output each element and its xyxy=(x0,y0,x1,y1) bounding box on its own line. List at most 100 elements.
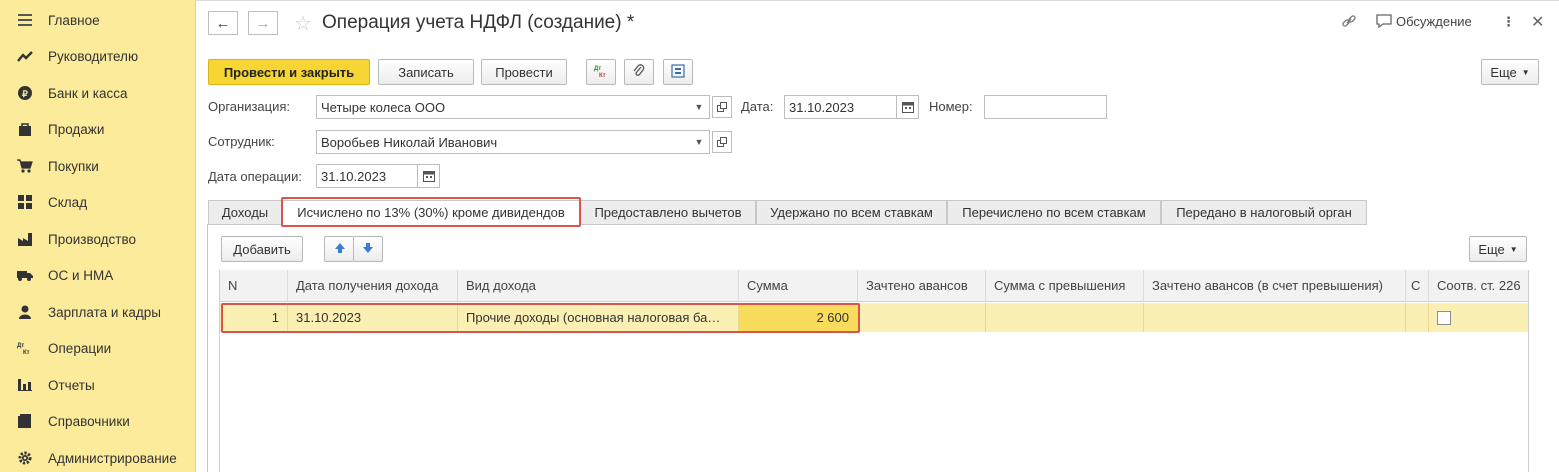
cell-income-kind[interactable]: Прочие доходы (основная налоговая ба… xyxy=(458,303,739,332)
cell-art226[interactable] xyxy=(1429,303,1528,332)
tab-calculated-13[interactable]: Исчислено по 13% (30%) кроме дивидендов xyxy=(282,200,580,225)
sidebar-item-reports[interactable]: Отчеты xyxy=(0,367,196,403)
kebab-menu-icon[interactable]: ⋮ xyxy=(1502,14,1515,30)
number-label: Номер: xyxy=(929,99,973,114)
discussion-label: Обсуждение xyxy=(1396,14,1472,29)
sidebar-item-label: Зарплата и кадры xyxy=(48,304,161,320)
discussion-button[interactable]: Обсуждение xyxy=(1376,14,1472,31)
dt-kt-icon: Дт Кт xyxy=(17,340,33,356)
top-divider xyxy=(196,0,1559,1)
bag-icon xyxy=(17,121,33,137)
favorite-star-icon[interactable]: ☆ xyxy=(294,11,312,36)
cell-excess-sum[interactable] xyxy=(986,303,1144,332)
open-employee-button[interactable] xyxy=(712,131,732,153)
attach-button[interactable] xyxy=(624,59,654,85)
hierarchy-icon xyxy=(671,63,685,81)
forward-button[interactable]: → xyxy=(248,11,278,35)
column-header-excess-sum[interactable]: Сумма с превышения xyxy=(986,270,1144,302)
column-header-excess-advances[interactable]: Зачтено авансов (в счет превышения) xyxy=(1144,270,1406,302)
cell-excess-advances[interactable] xyxy=(1144,303,1406,332)
tab-transferred[interactable]: Перечислено по всем ставкам xyxy=(947,200,1161,225)
close-icon[interactable]: ✕ xyxy=(1531,12,1544,32)
column-header-art226[interactable]: Соотв. ст. 226 xyxy=(1429,270,1528,302)
chevron-down-icon: ▼ xyxy=(1521,67,1530,77)
cell-sum[interactable]: 2 600 xyxy=(739,303,858,332)
calendar-icon[interactable] xyxy=(418,164,440,188)
sidebar-item-warehouse[interactable]: Склад xyxy=(0,184,196,220)
date-field[interactable]: 31.10.2023 xyxy=(784,95,897,119)
cell-income-date[interactable]: 31.10.2023 xyxy=(288,303,458,332)
sidebar-item-assets[interactable]: ОС и НМА xyxy=(0,257,196,293)
sidebar: Главное Руководителю ₽ Банк и касса Прод… xyxy=(0,0,196,472)
add-button[interactable]: Добавить xyxy=(221,236,303,262)
chat-icon xyxy=(1376,14,1392,31)
link-icon[interactable] xyxy=(1341,13,1357,32)
move-down-button[interactable] xyxy=(353,236,383,262)
open-window-icon xyxy=(717,135,727,150)
person-icon xyxy=(17,304,33,320)
cell-advances[interactable] xyxy=(858,303,986,332)
operation-date-field[interactable]: 31.10.2023 xyxy=(316,164,418,188)
art226-checkbox[interactable] xyxy=(1437,310,1451,325)
post-and-close-button[interactable]: Провести и закрыть xyxy=(208,59,370,85)
svg-text:Дт: Дт xyxy=(17,343,24,349)
gear-icon xyxy=(17,450,33,466)
table-more-button[interactable]: Еще ▼ xyxy=(1469,236,1527,262)
sidebar-item-label: Производство xyxy=(48,231,137,247)
svg-text:Кт: Кт xyxy=(599,73,606,78)
sidebar-item-catalogs[interactable]: Справочники xyxy=(0,403,196,439)
sidebar-item-salary[interactable]: Зарплата и кадры xyxy=(0,294,196,330)
calendar-icon[interactable] xyxy=(897,95,919,119)
column-header-advances[interactable]: Зачтено авансов xyxy=(858,270,986,302)
bar-chart-icon xyxy=(17,377,33,393)
warehouse-icon xyxy=(17,194,33,210)
chevron-down-icon[interactable]: ▼ xyxy=(690,130,708,154)
number-field[interactable] xyxy=(984,95,1107,119)
dt-kt-button[interactable]: Дт Кт xyxy=(586,59,616,85)
sidebar-item-admin[interactable]: Администрирование xyxy=(0,440,196,472)
move-up-button[interactable] xyxy=(324,236,354,262)
sidebar-item-purchases[interactable]: Покупки xyxy=(0,148,196,184)
sidebar-item-main[interactable]: Главное xyxy=(0,2,196,38)
column-header-n[interactable]: N xyxy=(220,270,288,302)
tab-tax-authority[interactable]: Передано в налоговый орган xyxy=(1161,200,1367,225)
more-button[interactable]: Еще ▼ xyxy=(1481,59,1539,85)
sidebar-item-label: Отчеты xyxy=(48,377,95,393)
arrow-left-icon: ← xyxy=(215,14,231,32)
back-button[interactable]: ← xyxy=(208,11,238,35)
open-organization-button[interactable] xyxy=(712,96,732,118)
sidebar-item-sales[interactable]: Продажи xyxy=(0,111,196,147)
tab-deductions[interactable]: Предоставлено вычетов xyxy=(580,200,756,225)
column-header-income-date[interactable]: Дата получения дохода xyxy=(288,270,458,302)
coin-icon: ₽ xyxy=(17,85,33,101)
sidebar-item-manager[interactable]: Руководителю xyxy=(0,38,196,74)
sidebar-item-production[interactable]: Производство xyxy=(0,221,196,257)
open-window-icon xyxy=(717,100,727,115)
organization-label: Организация: xyxy=(208,99,291,114)
save-button[interactable]: Записать xyxy=(378,59,474,85)
arrow-down-icon xyxy=(362,242,374,257)
svg-text:₽: ₽ xyxy=(22,89,28,99)
sidebar-item-label: Руководителю xyxy=(48,48,139,64)
organization-field[interactable]: Четыре колеса ООО xyxy=(316,95,710,119)
sidebar-item-bank[interactable]: ₽ Банк и касса xyxy=(0,75,196,111)
sidebar-item-label: Главное xyxy=(48,12,100,28)
tab-withheld[interactable]: Удержано по всем ставкам xyxy=(756,200,947,225)
sidebar-item-label: ОС и НМА xyxy=(48,267,114,283)
post-button[interactable]: Провести xyxy=(481,59,567,85)
structure-button[interactable] xyxy=(663,59,693,85)
more-label: Еще xyxy=(1478,241,1505,257)
dt-kt-icon: Дт Кт xyxy=(593,64,609,81)
cell-n[interactable]: 1 xyxy=(220,303,288,332)
sidebar-item-label: Продажи xyxy=(48,121,105,137)
trend-icon xyxy=(17,48,33,64)
employee-field[interactable]: Воробьев Николай Иванович xyxy=(316,130,710,154)
tab-income[interactable]: Доходы xyxy=(208,200,282,225)
svg-text:Дт: Дт xyxy=(594,66,601,72)
sidebar-item-operations[interactable]: Дт Кт Операции xyxy=(0,330,196,366)
column-header-income-kind[interactable]: Вид дохода xyxy=(458,270,739,302)
column-header-c[interactable]: С xyxy=(1406,270,1429,302)
chevron-down-icon[interactable]: ▼ xyxy=(690,95,708,119)
cell-c[interactable] xyxy=(1406,303,1429,332)
column-header-sum[interactable]: Сумма xyxy=(739,270,858,302)
